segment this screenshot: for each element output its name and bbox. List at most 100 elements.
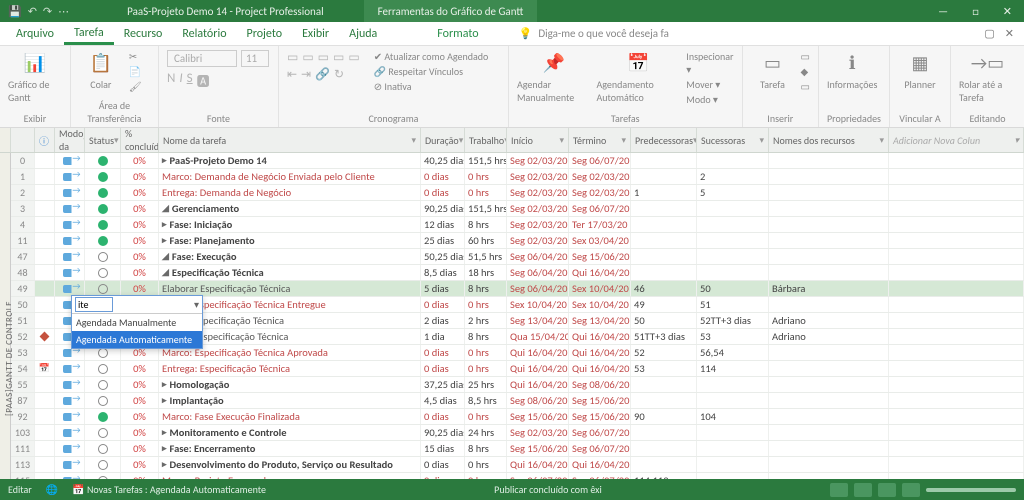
pct-cell[interactable]: 0% xyxy=(121,281,159,296)
start-cell[interactable]: Seg 13/04/20 xyxy=(507,313,569,328)
zoom-slider[interactable] xyxy=(926,488,1016,492)
start-cell[interactable]: Sex 10/04/20 xyxy=(507,297,569,312)
copy-icon[interactable]: 📄 xyxy=(129,65,142,78)
task-grid[interactable]: 0 0% ▸PaaS-Projeto Demo 14 40,25 dias 15… xyxy=(11,153,1024,479)
start-cell[interactable]: Seg 02/03/20 xyxy=(507,185,569,200)
resource-cell[interactable] xyxy=(769,217,889,232)
row-number[interactable]: 49 xyxy=(11,281,35,296)
extra-cell[interactable] xyxy=(889,153,1024,168)
expand-icon[interactable]: ◢ xyxy=(162,203,169,214)
pred-cell[interactable]: 49 xyxy=(631,297,697,312)
work-cell[interactable]: 8 hrs xyxy=(465,217,507,232)
row-number[interactable]: 50 xyxy=(11,297,35,312)
info-cell[interactable]: 📅 xyxy=(35,361,55,376)
pct-cell[interactable]: 0% xyxy=(121,217,159,232)
task-row[interactable]: 2 0% Entrega: Demanda de Negócio 0 dias … xyxy=(11,185,1024,201)
start-cell[interactable]: Seg 02/03/20 xyxy=(507,169,569,184)
resource-cell[interactable]: Adriano xyxy=(769,313,889,328)
row-number[interactable]: 3 xyxy=(11,201,35,216)
extra-cell[interactable] xyxy=(889,169,1024,184)
extra-cell[interactable] xyxy=(889,393,1024,408)
work-cell[interactable]: 18 hrs xyxy=(465,265,507,280)
start-cell[interactable]: Seg 08/06/20 xyxy=(507,393,569,408)
mode-cell[interactable] xyxy=(55,185,85,200)
duration-cell[interactable]: 25 dias xyxy=(421,233,465,248)
succ-cell[interactable]: 53 xyxy=(697,329,769,344)
mode-cell[interactable] xyxy=(55,377,85,392)
pred-cell[interactable]: 46 xyxy=(631,281,697,296)
cut-icon[interactable]: ✂ xyxy=(129,50,142,63)
work-cell[interactable]: 0 hrs xyxy=(465,457,507,472)
start-cell[interactable]: Seg 06/04/20 xyxy=(507,281,569,296)
info-cell[interactable] xyxy=(35,233,55,248)
succ-cell[interactable] xyxy=(697,233,769,248)
duration-cell[interactable]: 1 dia xyxy=(421,329,465,344)
pct-col-header[interactable]: % concluída▾ xyxy=(121,128,159,152)
finish-cell[interactable]: Seg 15/06/20 xyxy=(569,393,631,408)
pred-cell[interactable] xyxy=(631,265,697,280)
status-cell[interactable] xyxy=(85,217,121,232)
mode-cell[interactable] xyxy=(55,409,85,424)
row-number[interactable]: 111 xyxy=(11,441,35,456)
work-cell[interactable]: 0 hrs xyxy=(465,345,507,360)
task-name-cell[interactable]: Marco: Demanda de Negócio Enviada pelo C… xyxy=(159,169,421,184)
extra-cell[interactable] xyxy=(889,473,1024,479)
expand-icon[interactable]: ◢ xyxy=(162,251,169,262)
task-row[interactable]: 55 0% ▸Homologação 37,25 dias 25 hrs Qui… xyxy=(11,377,1024,393)
start-cell[interactable]: Seg 06/07/20 xyxy=(507,473,569,479)
task-row[interactable]: 103 0% ▸Monitoramento e Controle 90,25 d… xyxy=(11,425,1024,441)
pred-cell[interactable]: 50 xyxy=(631,313,697,328)
expand-icon[interactable]: ▸ xyxy=(162,219,167,230)
schedule-auto-button[interactable]: 📅Agendamento Automático xyxy=(596,50,680,104)
work-cell[interactable]: 60 hrs xyxy=(465,233,507,248)
menu-ajuda[interactable]: Ajuda xyxy=(339,22,387,45)
resource-cell[interactable] xyxy=(769,393,889,408)
task-row[interactable]: 11 0% ▸Fase: Planejamento 25 dias 60 hrs… xyxy=(11,233,1024,249)
expand-icon[interactable]: ▸ xyxy=(162,395,167,406)
duration-cell[interactable]: 12 dias xyxy=(421,217,465,232)
status-cell[interactable] xyxy=(85,233,121,248)
status-cell[interactable] xyxy=(85,377,121,392)
resource-cell[interactable] xyxy=(769,169,889,184)
info-cell[interactable] xyxy=(35,441,55,456)
task-name-cell[interactable]: Entrega: Demanda de Negócio xyxy=(159,185,421,200)
info-cell[interactable] xyxy=(35,329,55,344)
duration-cell[interactable]: 15 dias xyxy=(421,441,465,456)
resource-cell[interactable] xyxy=(769,377,889,392)
task-name-cell[interactable]: Elaborar Especificação Técnica xyxy=(159,281,421,296)
work-cell[interactable]: 0 hrs xyxy=(465,169,507,184)
info-cell[interactable] xyxy=(35,153,55,168)
underline-icon[interactable]: S xyxy=(187,71,193,90)
start-cell[interactable]: Seg 02/03/20 xyxy=(507,153,569,168)
row-number[interactable]: 47 xyxy=(11,249,35,264)
expand-icon[interactable]: ▸ xyxy=(162,235,167,246)
info-cell[interactable] xyxy=(35,185,55,200)
status-cell[interactable] xyxy=(85,249,121,264)
pct-cell[interactable]: 0% xyxy=(121,361,159,376)
resource-cell[interactable] xyxy=(769,441,889,456)
update-schedule-button[interactable]: ✔ Atualizar como Agendado xyxy=(374,50,489,63)
resource-cell[interactable]: Adriano xyxy=(769,329,889,344)
menu-recurso[interactable]: Recurso xyxy=(114,22,173,45)
mode-button[interactable]: Modo ▾ xyxy=(686,93,733,106)
finish-cell[interactable]: Seg 06/07/20 xyxy=(569,153,631,168)
task-row[interactable]: 3 0% ◢Gerenciamento 90,25 dias 151,5 hrs… xyxy=(11,201,1024,217)
succ-cell[interactable] xyxy=(697,153,769,168)
task-row[interactable]: 47 0% ◢Fase: Execução 50,25 dias 51,5 hr… xyxy=(11,249,1024,265)
expand-icon[interactable]: ▸ xyxy=(162,459,167,470)
finish-cell[interactable]: Seg 15/06/20 xyxy=(569,409,631,424)
task-name-cell[interactable]: ▸Homologação xyxy=(159,377,421,392)
task-name-cell[interactable]: ▸Implantação xyxy=(159,393,421,408)
status-cell[interactable] xyxy=(85,409,121,424)
task-name-cell[interactable]: ▸Fase: Iniciação xyxy=(159,217,421,232)
menu-arquivo[interactable]: Arquivo xyxy=(6,22,64,45)
duration-cell[interactable]: 90,25 dias xyxy=(421,201,465,216)
duration-cell[interactable]: 50,25 dias xyxy=(421,249,465,264)
info-cell[interactable] xyxy=(35,281,55,296)
globe-icon[interactable]: 🌐 xyxy=(46,483,58,496)
mode-cell[interactable] xyxy=(55,249,85,264)
work-cell[interactable]: 0 hrs xyxy=(465,185,507,200)
pred-cell[interactable]: 52 xyxy=(631,345,697,360)
font-size-select[interactable]: 11 xyxy=(241,50,269,67)
bold-icon[interactable]: N xyxy=(167,71,175,90)
